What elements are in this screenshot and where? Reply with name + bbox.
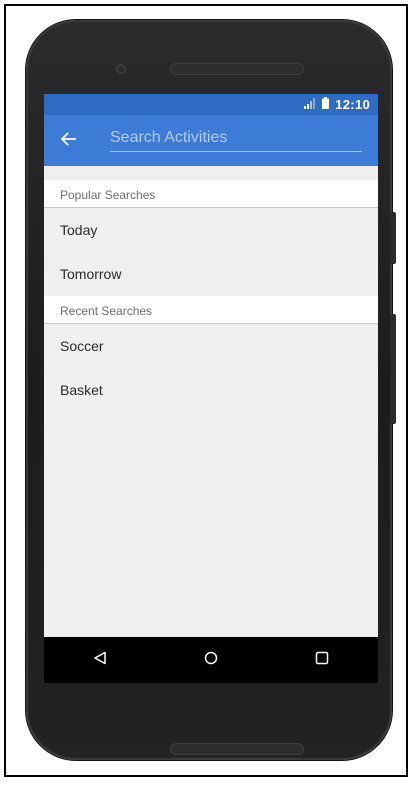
navigation-bar (44, 637, 378, 683)
list-item-basket[interactable]: Basket (44, 368, 378, 412)
status-bar: 12:10 (44, 94, 378, 115)
app-bar (44, 115, 378, 166)
list-item-today[interactable]: Today (44, 208, 378, 252)
back-button[interactable] (56, 129, 80, 153)
volume-button (390, 212, 396, 264)
popular-searches-header: Popular Searches (44, 180, 378, 208)
back-triangle-icon (93, 651, 107, 670)
recents-square-icon (315, 651, 329, 670)
top-speaker (170, 63, 304, 75)
signal-icon (304, 97, 316, 112)
arrow-left-icon (60, 131, 76, 152)
recent-searches-header: Recent Searches (44, 296, 378, 324)
nav-recents-button[interactable] (302, 640, 342, 680)
list-item-tomorrow[interactable]: Tomorrow (44, 252, 378, 296)
search-content: Popular Searches Today Tomorrow Recent S… (44, 166, 378, 412)
power-button (390, 314, 396, 424)
list-item-soccer[interactable]: Soccer (44, 324, 378, 368)
nav-back-button[interactable] (80, 640, 120, 680)
nav-home-button[interactable] (191, 640, 231, 680)
search-input[interactable] (110, 125, 362, 152)
front-camera (116, 64, 126, 74)
status-right: 12:10 (304, 97, 370, 112)
home-circle-icon (204, 651, 218, 670)
battery-icon (322, 97, 330, 112)
status-time: 12:10 (335, 97, 370, 112)
phone-screen: 12:10 Popular Searches Today Tomorrow Re… (44, 94, 378, 683)
bottom-speaker (170, 743, 304, 755)
